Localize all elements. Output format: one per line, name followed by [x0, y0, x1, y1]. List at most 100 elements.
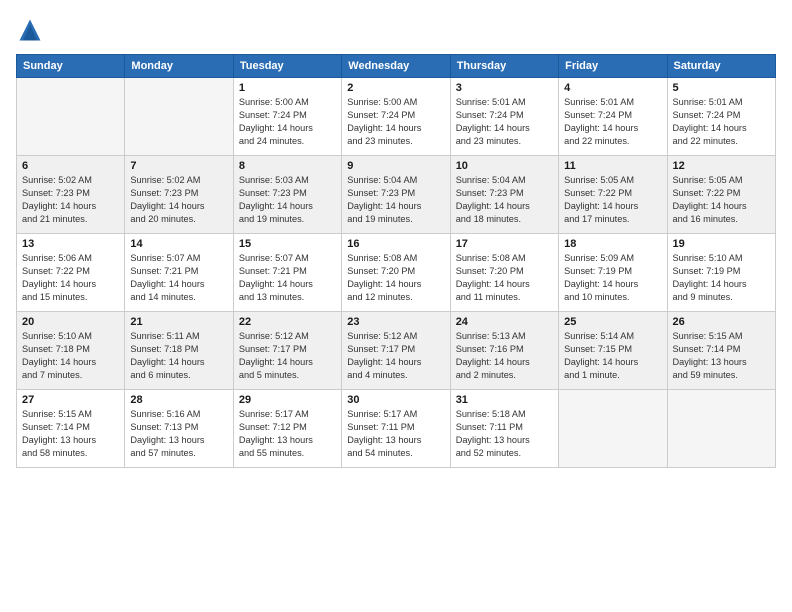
day-cell: 29 Sunrise: 5:17 AM Sunset: 7:12 PM Dayli…	[233, 390, 341, 468]
column-header-friday: Friday	[559, 55, 667, 78]
day-cell: 21Sunrise: 5:11 AM Sunset: 7:18 PM Dayli…	[125, 312, 233, 390]
day-number: 17	[456, 238, 553, 250]
day-number: 20	[22, 316, 119, 328]
page: SundayMondayTuesdayWednesdayThursdayFrid…	[0, 0, 792, 612]
day-number: 27	[22, 394, 119, 406]
day-number: 31	[456, 394, 553, 406]
day-cell: 28Sunrise: 5:16 AM Sunset: 7:13 PM Dayli…	[125, 390, 233, 468]
day-cell: 4 Sunrise: 5:01 AM Sunset: 7:24 PM Daylig…	[559, 78, 667, 156]
column-header-monday: Monday	[125, 55, 233, 78]
day-number: 6	[22, 160, 119, 172]
day-cell: 8 Sunrise: 5:03 AM Sunset: 7:23 PM Daylig…	[233, 156, 341, 234]
day-cell: 23 Sunrise: 5:12 AM Sunset: 7:17 PM Dayli…	[342, 312, 450, 390]
day-number: 4	[564, 82, 661, 94]
day-detail: Sunrise: 5:00 AM Sunset: 7:24 PM Dayligh…	[347, 96, 444, 148]
day-cell: 17 Sunrise: 5:08 AM Sunset: 7:20 PM Dayli…	[450, 234, 558, 312]
column-header-thursday: Thursday	[450, 55, 558, 78]
week-row-4: 20 Sunrise: 5:10 AM Sunset: 7:18 PM Dayli…	[17, 312, 776, 390]
week-row-2: 6 Sunrise: 5:02 AM Sunset: 7:23 PM Daylig…	[17, 156, 776, 234]
column-header-sunday: Sunday	[17, 55, 125, 78]
day-detail: Sunrise: 5:05 AM Sunset: 7:22 PM Dayligh…	[673, 174, 770, 226]
day-number: 28	[130, 394, 227, 406]
day-detail: Sunrise: 5:10 AM Sunset: 7:19 PM Dayligh…	[673, 252, 770, 304]
day-cell: 20 Sunrise: 5:10 AM Sunset: 7:18 PM Dayli…	[17, 312, 125, 390]
day-cell: 7 Sunrise: 5:02 AM Sunset: 7:23 PM Daylig…	[125, 156, 233, 234]
day-cell: 3 Sunrise: 5:01 AM Sunset: 7:24 PM Daylig…	[450, 78, 558, 156]
day-cell: 12 Sunrise: 5:05 AM Sunset: 7:22 PM Dayli…	[667, 156, 775, 234]
day-detail: Sunrise: 5:12 AM Sunset: 7:17 PM Dayligh…	[347, 330, 444, 382]
day-detail: Sunrise: 5:04 AM Sunset: 7:23 PM Dayligh…	[456, 174, 553, 226]
day-number: 18	[564, 238, 661, 250]
day-cell: 11 Sunrise: 5:05 AM Sunset: 7:22 PM Dayli…	[559, 156, 667, 234]
day-number: 11	[564, 160, 661, 172]
day-number: 26	[673, 316, 770, 328]
day-detail: Sunrise: 5:00 AM Sunset: 7:24 PM Dayligh…	[239, 96, 336, 148]
calendar-table: SundayMondayTuesdayWednesdayThursdayFrid…	[16, 54, 776, 468]
day-detail: Sunrise: 5:02 AM Sunset: 7:23 PM Dayligh…	[22, 174, 119, 226]
day-cell	[667, 390, 775, 468]
day-cell: 27 Sunrise: 5:15 AM Sunset: 7:14 PM Dayli…	[17, 390, 125, 468]
day-number: 1	[239, 82, 336, 94]
day-detail: Sunrise: 5:06 AM Sunset: 7:22 PM Dayligh…	[22, 252, 119, 304]
day-number: 13	[22, 238, 119, 250]
column-header-tuesday: Tuesday	[233, 55, 341, 78]
day-detail: Sunrise: 5:14 AM Sunset: 7:15 PM Dayligh…	[564, 330, 661, 382]
day-detail: Sunrise: 5:08 AM Sunset: 7:20 PM Dayligh…	[456, 252, 553, 304]
week-row-5: 27 Sunrise: 5:15 AM Sunset: 7:14 PM Dayli…	[17, 390, 776, 468]
day-cell: 9 Sunrise: 5:04 AM Sunset: 7:23 PM Daylig…	[342, 156, 450, 234]
day-number: 9	[347, 160, 444, 172]
day-number: 30	[347, 394, 444, 406]
day-detail: Sunrise: 5:04 AM Sunset: 7:23 PM Dayligh…	[347, 174, 444, 226]
day-cell	[125, 78, 233, 156]
day-detail: Sunrise: 5:07 AM Sunset: 7:21 PM Dayligh…	[130, 252, 227, 304]
day-detail: Sunrise: 5:13 AM Sunset: 7:16 PM Dayligh…	[456, 330, 553, 382]
day-number: 8	[239, 160, 336, 172]
day-number: 29	[239, 394, 336, 406]
day-cell: 13 Sunrise: 5:06 AM Sunset: 7:22 PM Dayli…	[17, 234, 125, 312]
day-cell: 16 Sunrise: 5:08 AM Sunset: 7:20 PM Dayli…	[342, 234, 450, 312]
day-cell: 22 Sunrise: 5:12 AM Sunset: 7:17 PM Dayli…	[233, 312, 341, 390]
day-detail: Sunrise: 5:05 AM Sunset: 7:22 PM Dayligh…	[564, 174, 661, 226]
week-row-3: 13 Sunrise: 5:06 AM Sunset: 7:22 PM Dayli…	[17, 234, 776, 312]
day-cell	[17, 78, 125, 156]
day-detail: Sunrise: 5:01 AM Sunset: 7:24 PM Dayligh…	[673, 96, 770, 148]
day-cell: 10 Sunrise: 5:04 AM Sunset: 7:23 PM Dayli…	[450, 156, 558, 234]
day-detail: Sunrise: 5:03 AM Sunset: 7:23 PM Dayligh…	[239, 174, 336, 226]
day-cell: 2 Sunrise: 5:00 AM Sunset: 7:24 PM Daylig…	[342, 78, 450, 156]
day-detail: Sunrise: 5:08 AM Sunset: 7:20 PM Dayligh…	[347, 252, 444, 304]
logo-icon	[16, 16, 44, 44]
day-cell: 19 Sunrise: 5:10 AM Sunset: 7:19 PM Dayli…	[667, 234, 775, 312]
day-number: 22	[239, 316, 336, 328]
day-detail: Sunrise: 5:09 AM Sunset: 7:19 PM Dayligh…	[564, 252, 661, 304]
day-detail: Sunrise: 5:12 AM Sunset: 7:17 PM Dayligh…	[239, 330, 336, 382]
week-row-1: 1 Sunrise: 5:00 AM Sunset: 7:24 PM Daylig…	[17, 78, 776, 156]
day-number: 19	[673, 238, 770, 250]
day-number: 23	[347, 316, 444, 328]
day-number: 25	[564, 316, 661, 328]
column-header-wednesday: Wednesday	[342, 55, 450, 78]
day-number: 7	[130, 160, 227, 172]
day-cell: 26 Sunrise: 5:15 AM Sunset: 7:14 PM Dayli…	[667, 312, 775, 390]
column-header-saturday: Saturday	[667, 55, 775, 78]
day-number: 12	[673, 160, 770, 172]
day-number: 16	[347, 238, 444, 250]
day-number: 10	[456, 160, 553, 172]
day-detail: Sunrise: 5:15 AM Sunset: 7:14 PM Dayligh…	[22, 408, 119, 460]
day-number: 2	[347, 82, 444, 94]
logo	[16, 16, 48, 44]
day-number: 24	[456, 316, 553, 328]
day-cell: 6 Sunrise: 5:02 AM Sunset: 7:23 PM Daylig…	[17, 156, 125, 234]
header-row: SundayMondayTuesdayWednesdayThursdayFrid…	[17, 55, 776, 78]
day-cell: 30Sunrise: 5:17 AM Sunset: 7:11 PM Dayli…	[342, 390, 450, 468]
day-detail: Sunrise: 5:15 AM Sunset: 7:14 PM Dayligh…	[673, 330, 770, 382]
day-detail: Sunrise: 5:18 AM Sunset: 7:11 PM Dayligh…	[456, 408, 553, 460]
day-detail: Sunrise: 5:17 AM Sunset: 7:12 PM Dayligh…	[239, 408, 336, 460]
day-detail: Sunrise: 5:01 AM Sunset: 7:24 PM Dayligh…	[564, 96, 661, 148]
day-number: 5	[673, 82, 770, 94]
day-cell: 14Sunrise: 5:07 AM Sunset: 7:21 PM Dayli…	[125, 234, 233, 312]
day-detail: Sunrise: 5:10 AM Sunset: 7:18 PM Dayligh…	[22, 330, 119, 382]
day-cell: 18 Sunrise: 5:09 AM Sunset: 7:19 PM Dayli…	[559, 234, 667, 312]
day-detail: Sunrise: 5:02 AM Sunset: 7:23 PM Dayligh…	[130, 174, 227, 226]
day-number: 3	[456, 82, 553, 94]
day-detail: Sunrise: 5:01 AM Sunset: 7:24 PM Dayligh…	[456, 96, 553, 148]
